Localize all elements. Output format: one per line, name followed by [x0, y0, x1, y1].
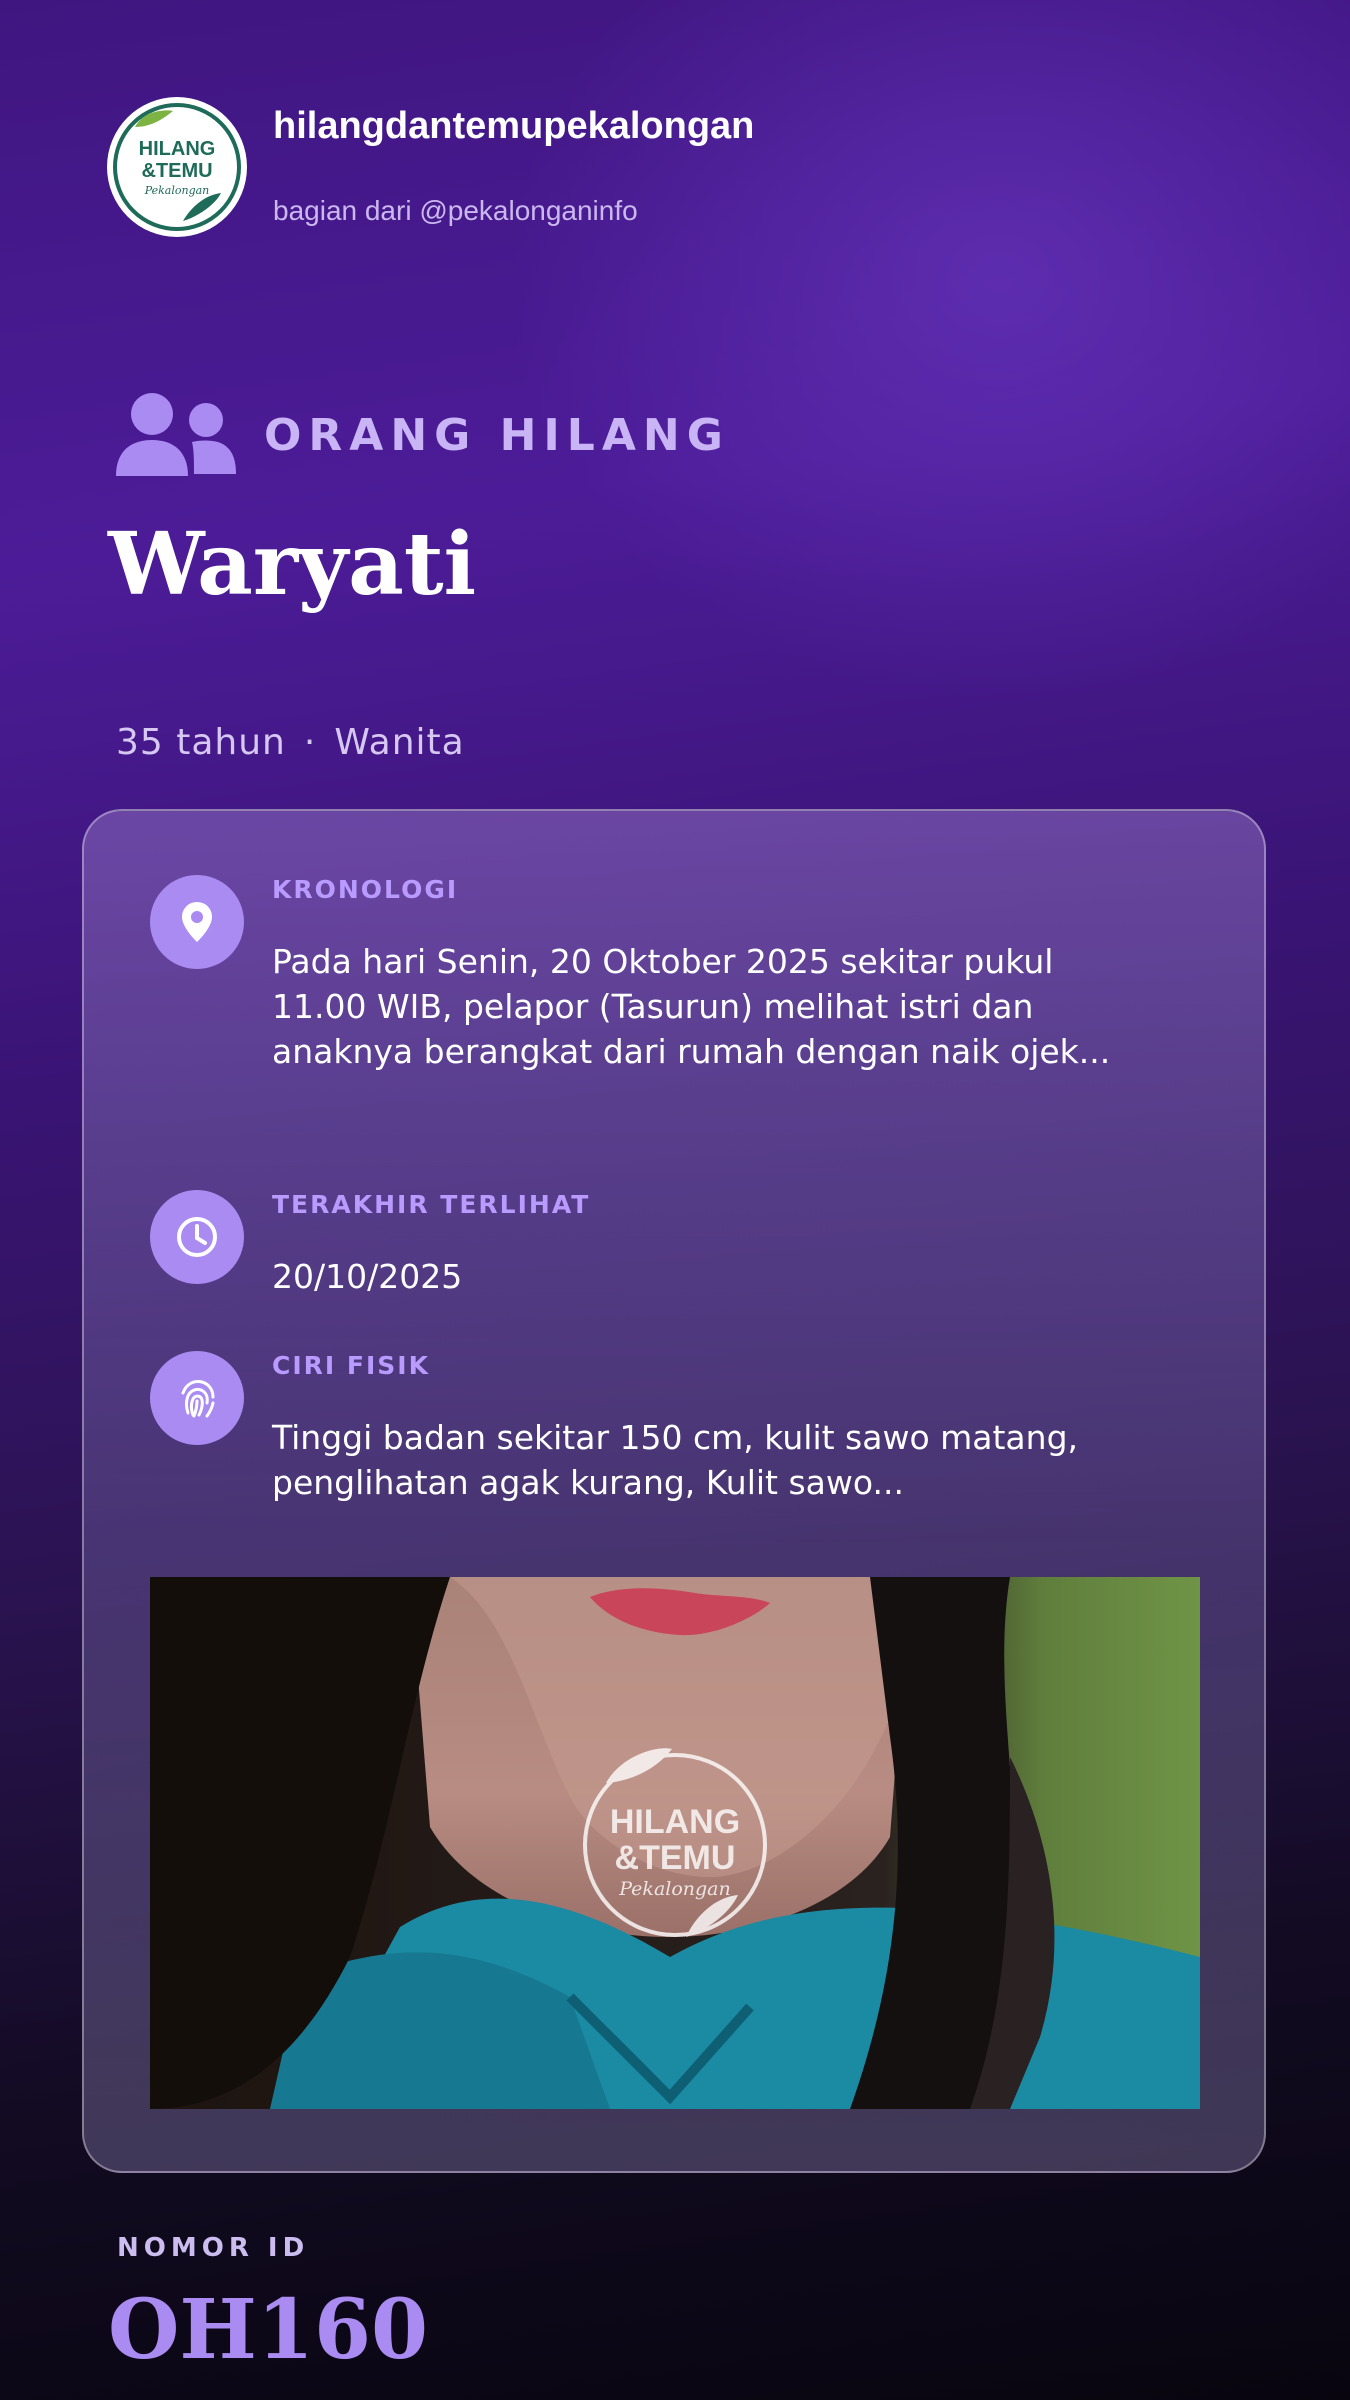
account-logo[interactable]: HILANG &TEMU Pekalongan [107, 97, 247, 237]
map-pin-icon [150, 875, 244, 969]
person-meta: 35 tahun · Wanita [116, 722, 465, 763]
detail-label: TERAKHIR TERLIHAT [272, 1190, 591, 1219]
clock-icon [150, 1190, 244, 1284]
detail-kronologi: KRONOLOGI Pada hari Senin, 20 Oktober 20… [150, 875, 1200, 1075]
detail-terakhir-terlihat: TERAKHIR TERLIHAT 20/10/2025 [150, 1190, 1200, 1310]
detail-label: KRONOLOGI [272, 875, 459, 904]
users-icon [116, 393, 236, 476]
detail-value: Tinggi badan sekitar 150 cm, kulit sawo … [272, 1418, 1079, 1502]
person-gender: Wanita [334, 722, 465, 763]
svg-text:HILANG: HILANG [610, 1803, 740, 1841]
category-heading: ORANG HILANG [114, 390, 730, 480]
svg-text:&TEMU: &TEMU [141, 160, 212, 182]
svg-text:Pekalongan: Pekalongan [618, 1878, 731, 1900]
category-label: ORANG HILANG [264, 409, 730, 461]
detail-value: 20/10/2025 [272, 1257, 463, 1296]
svg-text:Pekalongan: Pekalongan [144, 184, 210, 197]
hilang-temu-logo-icon: HILANG &TEMU Pekalongan [113, 103, 241, 231]
id-value: OH160 [108, 2282, 429, 2378]
account-header: HILANG &TEMU Pekalongan hilangdantemupek… [107, 97, 1207, 237]
meta-separator: · [303, 722, 317, 763]
person-photo[interactable]: HILANG &TEMU Pekalongan [150, 1577, 1200, 2109]
svg-text:&TEMU: &TEMU [615, 1839, 736, 1877]
id-label: NOMOR ID [117, 2233, 310, 2263]
person-age: 35 tahun [116, 722, 286, 763]
svg-text:HILANG: HILANG [139, 138, 216, 160]
detail-label: CIRI FISIK [272, 1351, 430, 1380]
account-name[interactable]: hilangdantemupekalongan [273, 105, 754, 148]
fingerprint-icon [150, 1351, 244, 1445]
detail-value: Pada hari Senin, 20 Oktober 2025 sekitar… [272, 942, 1111, 1071]
info-card: KRONOLOGI Pada hari Senin, 20 Oktober 20… [82, 809, 1266, 2173]
detail-ciri-fisik: CIRI FISIK Tinggi badan sekitar 150 cm, … [150, 1351, 1200, 1521]
person-name: Waryati [108, 514, 477, 615]
account-subtitle: bagian dari @pekalonganinfo [273, 195, 638, 226]
person-photo-image: HILANG &TEMU Pekalongan [150, 1577, 1200, 2109]
